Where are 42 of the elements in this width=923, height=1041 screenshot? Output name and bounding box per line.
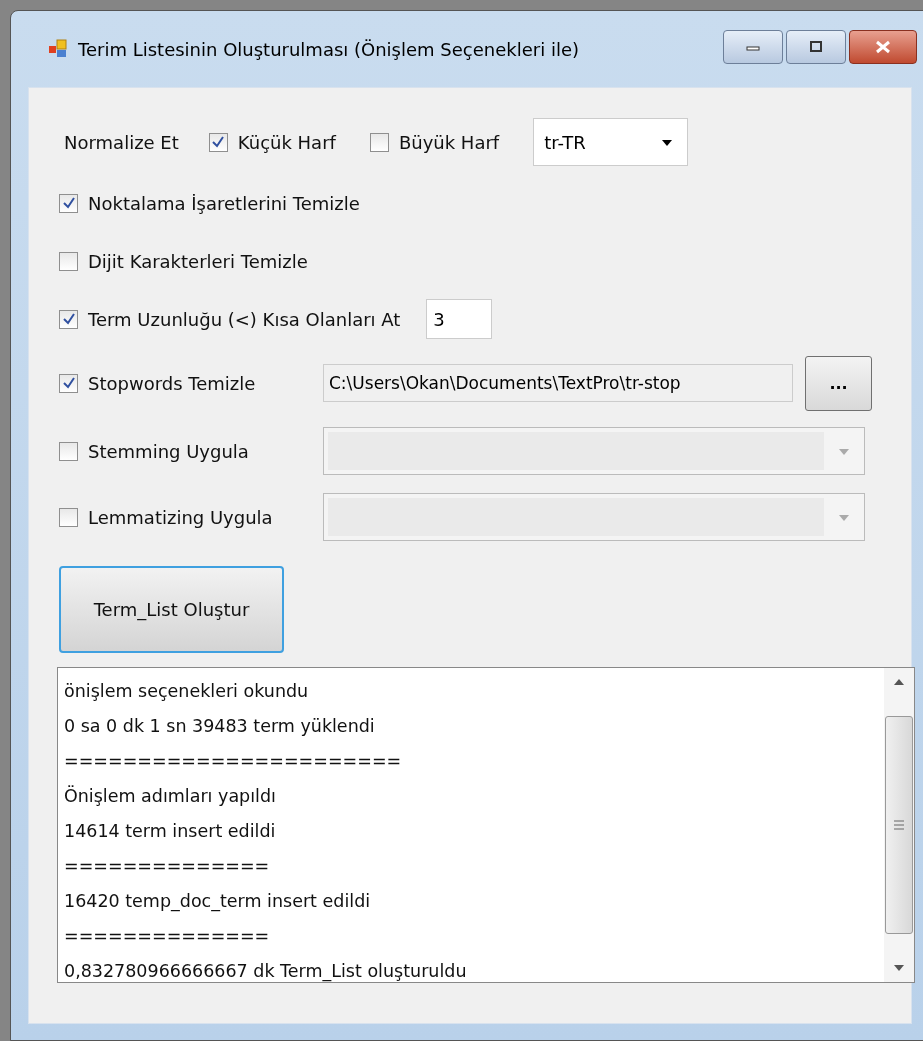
checkbox-label: Stemming Uygula xyxy=(88,440,249,462)
log-line: 14614 term insert edildi xyxy=(64,820,277,843)
log-line: 0 sa 0 dk 1 sn 39483 term yüklendi xyxy=(64,715,376,738)
log-line: Önişlem adımları yapıldı xyxy=(64,784,277,808)
log-line: önişlem seçenekleri okundu xyxy=(64,680,310,703)
close-button[interactable] xyxy=(849,30,917,64)
checkbox[interactable] xyxy=(369,132,389,152)
checkbox-label: Stopwords Temizle xyxy=(88,372,256,394)
checkbox-label: Noktalama İşaretlerini Temizle xyxy=(88,192,360,214)
scroll-down-icon[interactable] xyxy=(893,964,905,972)
log-line: ============== xyxy=(64,855,271,878)
length-input[interactable]: 3 xyxy=(426,299,493,339)
path-field[interactable]: C:\Users\Okan\Documents\TextPro\tr-stop xyxy=(323,364,793,402)
browse-button[interactable]: ... xyxy=(805,355,872,411)
checkbox-label: Lemmatizing Uygula xyxy=(88,506,273,528)
grip-icon xyxy=(893,820,905,830)
checkbox-label: Büyük Harf xyxy=(398,131,500,153)
restore-icon xyxy=(808,41,824,53)
checkbox-label: Dijit Karakterleri Temizle xyxy=(88,250,308,272)
dropdown-arrow-icon xyxy=(838,514,850,522)
dropdown-arrow-icon xyxy=(661,139,674,147)
checkbox[interactable] xyxy=(59,309,78,329)
log-line: ============== xyxy=(64,925,271,948)
checkbox-label: Küçük Harf xyxy=(237,131,336,153)
dropdown-arrow-icon xyxy=(838,448,850,456)
maximize-button[interactable] xyxy=(786,30,846,64)
log-line: 0,832780966666667 dk Term_List oluşturuldu xyxy=(64,960,468,984)
normalize-label: Normalize Et xyxy=(64,131,179,153)
close-icon xyxy=(874,40,892,54)
checkbox-label: Term Uzunluğu (<) Kısa Olanları At xyxy=(88,308,401,330)
log-line: ======================= xyxy=(64,750,403,773)
window-title: Terim Listesinin Oluşturulması (Önişlem Seçenekleri ile) xyxy=(78,38,579,60)
create-term-list-button[interactable]: Term_List Oluştur xyxy=(59,566,284,653)
checkbox[interactable] xyxy=(59,251,78,271)
scroll-up-icon[interactable] xyxy=(893,678,905,686)
checkbox[interactable] xyxy=(208,132,228,152)
culture-dropdown[interactable]: tr-TR xyxy=(533,118,689,166)
checkbox[interactable] xyxy=(59,373,78,393)
log-line: 16420 temp_doc_term insert edildi xyxy=(64,890,372,914)
checkbox[interactable] xyxy=(59,193,78,213)
app-icon xyxy=(48,39,68,59)
scrollbar[interactable] xyxy=(884,668,914,982)
